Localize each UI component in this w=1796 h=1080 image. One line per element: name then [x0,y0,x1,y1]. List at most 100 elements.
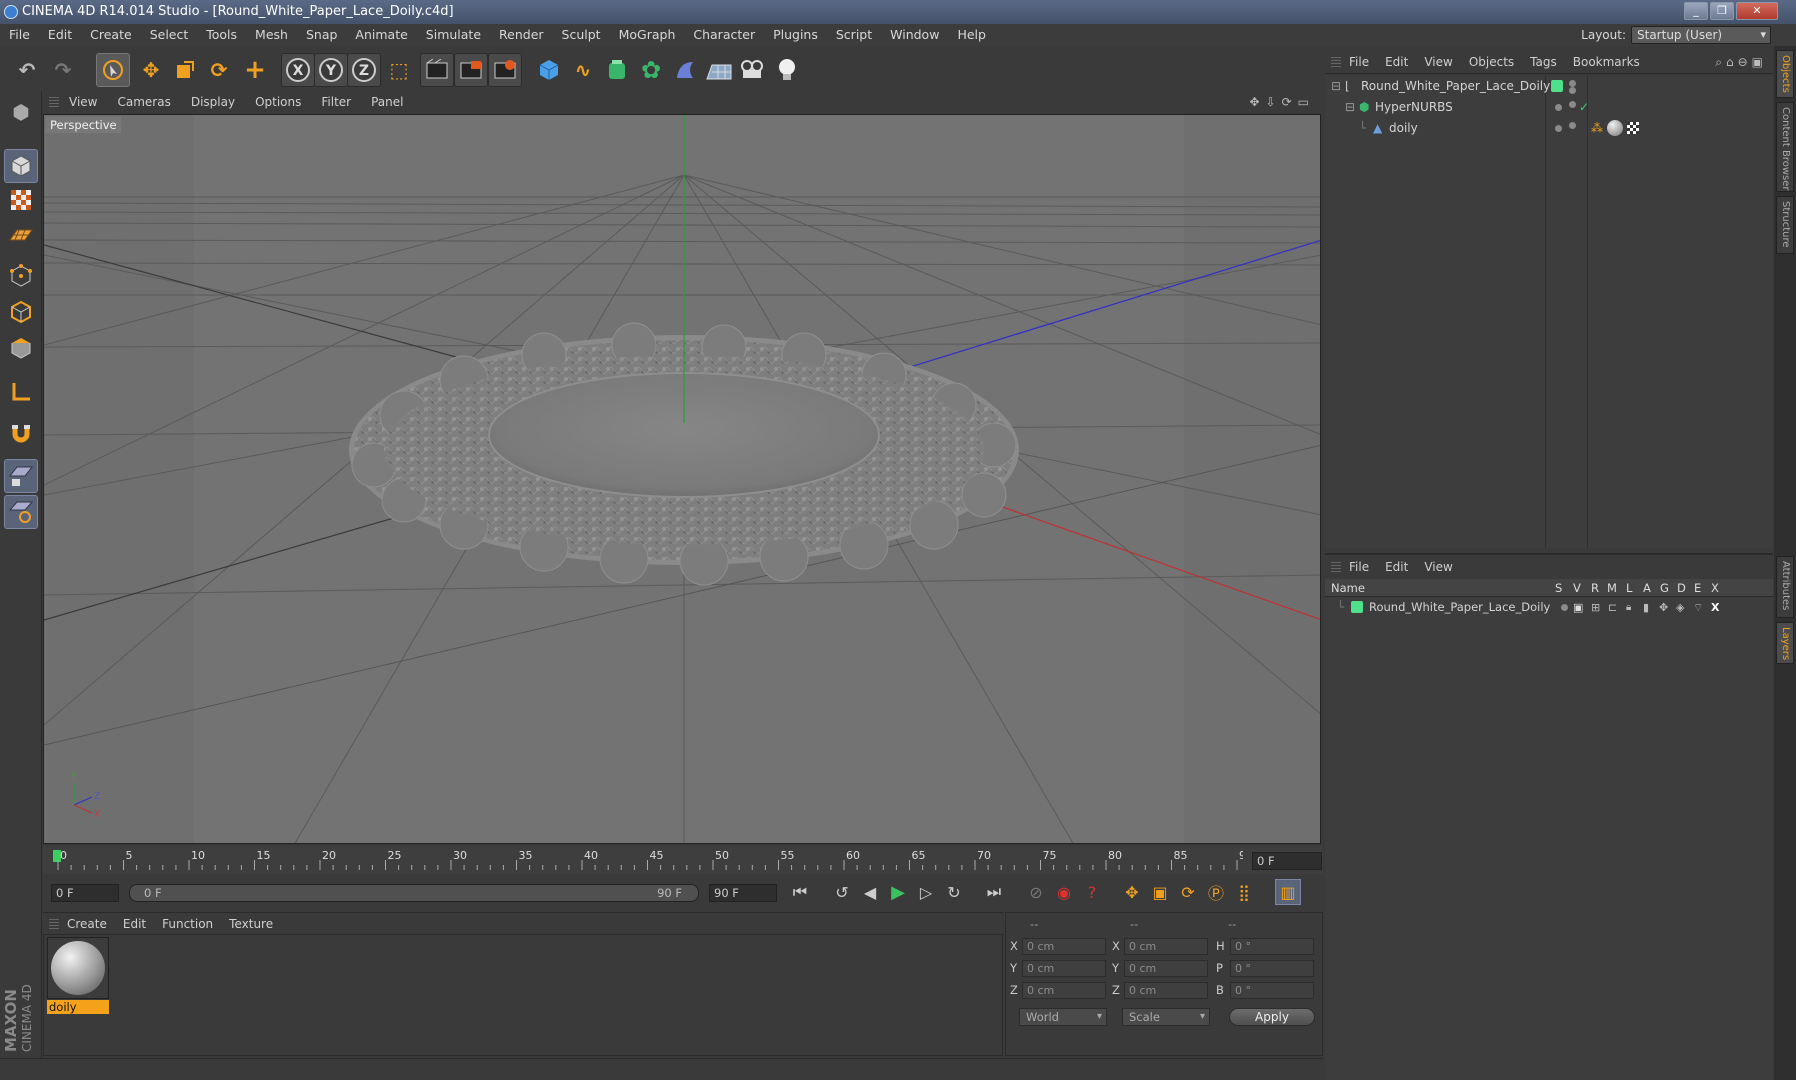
column-locked[interactable]: L [1626,579,1632,597]
make-editable-icon[interactable]: ⬢ [4,95,38,129]
close-button[interactable]: ✕ [1736,2,1778,20]
objects-menu-objects[interactable]: Objects [1461,50,1522,74]
collapse-icon[interactable]: ⊟ [1345,97,1355,118]
lock-toggle-icon[interactable]: 🔒︎ [1626,597,1631,618]
column-name[interactable]: Name [1331,579,1365,597]
visibility-dot[interactable] [1555,104,1562,111]
menu-help[interactable]: Help [948,24,995,46]
panel-grip[interactable] [1331,56,1341,69]
layers-menu-edit[interactable]: Edit [1377,555,1416,579]
object-manager-search-icon[interactable]: ⌕⌂⊖▣ [1715,50,1767,74]
render-visibility-dot[interactable] [1569,87,1576,94]
scale-icon[interactable] [168,53,202,87]
menu-character[interactable]: Character [684,24,764,46]
layer-color-swatch[interactable] [1351,601,1363,613]
material-menu-edit[interactable]: Edit [115,913,154,935]
step-forward-icon[interactable]: ▷ [913,879,939,905]
object-row-doily[interactable]: └ ▲ doily ⁂ [1325,118,1773,139]
step-back-icon[interactable]: ◀ [857,879,883,905]
menu-create[interactable]: Create [81,24,141,46]
render-visibility-dot[interactable] [1569,122,1576,129]
objects-menu-edit[interactable]: Edit [1377,50,1416,74]
frame-range-slider[interactable]: 0 F 90 F [129,884,699,902]
menu-simulate[interactable]: Simulate [417,24,490,46]
layout-select[interactable]: Startup (User) [1631,26,1771,44]
polygons-mode-icon[interactable] [4,331,38,365]
visibility-dot[interactable] [1555,125,1562,132]
animation-toggle-icon[interactable]: ▮ [1643,597,1649,618]
manager-toggle-icon[interactable]: ⊏ [1608,597,1617,618]
autokey-icon[interactable]: ◉ [1051,879,1077,905]
object-row-root[interactable]: ⊟ ⌊ Round_White_Paper_Lace_Doily [1325,76,1773,97]
goto-start-icon[interactable]: ⏮ [787,879,813,905]
expressions-toggle-icon[interactable]: ⌔ [1693,597,1703,618]
start-frame-field[interactable]: 0 F [51,884,119,902]
column-render[interactable]: R [1591,579,1599,597]
tab-attributes[interactable]: Attributes [1776,556,1794,618]
xref-toggle-icon[interactable]: X [1711,597,1719,618]
view-toggle-icon[interactable]: ▣ [1573,597,1583,618]
light-icon[interactable] [770,53,804,87]
perspective-viewport[interactable]: Y Z X Perspective [43,114,1321,844]
texture-tag-icon[interactable] [1627,122,1639,134]
key-position-icon[interactable]: ✥ [1119,879,1145,905]
floor-icon[interactable] [702,53,736,87]
texture-mode-icon[interactable] [4,183,38,217]
soft-selection-icon[interactable] [4,495,38,529]
size-z-field[interactable]: 0 cm [1124,982,1208,999]
nurbs-icon[interactable] [600,53,634,87]
key-pla-icon[interactable]: ⣿ [1231,879,1257,905]
generators-toggle-icon[interactable]: ✥ [1659,597,1668,618]
rotate-icon[interactable]: ⟳ [202,53,236,87]
menu-tools[interactable]: Tools [197,24,246,46]
menu-snap[interactable]: Snap [297,24,346,46]
live-select-icon[interactable] [96,53,130,87]
viewport-menu-display[interactable]: Display [181,91,245,113]
workplane-mode-icon[interactable] [4,219,38,253]
array-icon[interactable]: ✿ [634,53,668,87]
render-picture-viewer-icon[interactable] [454,53,488,87]
phong-tag-icon[interactable]: ⁂ [1591,118,1603,139]
column-solo[interactable]: S [1555,579,1562,597]
objects-menu-bookmarks[interactable]: Bookmarks [1565,50,1648,74]
enabled-check-icon[interactable]: ✓ [1579,97,1589,118]
deformers-toggle-icon[interactable]: ◈ [1676,597,1684,618]
viewport-camera-label[interactable]: Perspective [46,117,121,133]
viewport-nav-icons[interactable]: ✥⇩⟳▭ [1249,91,1315,113]
menu-mesh[interactable]: Mesh [246,24,297,46]
material-tag-icon[interactable] [1607,120,1623,136]
menu-edit[interactable]: Edit [39,24,81,46]
timeline-ruler[interactable]: 0 5 10 15 20 25 30 35 40 45 50 55 60 65 70 75 80 85 90 [43,846,1323,874]
deformer-icon[interactable] [668,53,702,87]
move-icon[interactable]: ✥ [134,53,168,87]
render-view-icon[interactable] [420,53,454,87]
tab-content-browser[interactable]: Content Browser [1776,102,1794,192]
key-rotation-icon[interactable]: ⟳ [1175,879,1201,905]
end-frame-field[interactable]: 90 F [709,884,777,902]
viewport-menu-panel[interactable]: Panel [361,91,413,113]
tab-structure[interactable]: Structure [1776,196,1794,254]
column-manager[interactable]: M [1607,579,1617,597]
model-mode-icon[interactable] [4,149,38,183]
material-menu-create[interactable]: Create [59,913,115,935]
material-menu-texture[interactable]: Texture [221,913,281,935]
menu-mograph[interactable]: MoGraph [610,24,685,46]
objects-menu-file[interactable]: File [1341,50,1377,74]
tab-objects[interactable]: Objects [1776,50,1794,98]
menu-plugins[interactable]: Plugins [764,24,827,46]
layer-row[interactable]: └ Round_White_Paper_Lace_Doily ▣ ⊞ ⊏ 🔒︎ … [1325,597,1773,618]
snap-magnet-icon[interactable] [4,417,38,451]
transform-mode-dropdown[interactable]: Scale [1122,1008,1210,1026]
menu-sculpt[interactable]: Sculpt [553,24,610,46]
coordinate-system-icon[interactable]: ⬚ [382,53,416,87]
column-view[interactable]: V [1573,579,1581,597]
x-axis-icon[interactable]: X [281,53,315,87]
help-icon[interactable]: ? [1079,879,1105,905]
pos-z-field[interactable]: 0 cm [1022,982,1106,999]
apply-button[interactable]: Apply [1229,1008,1315,1026]
workplane-lock-icon[interactable] [4,459,38,493]
y-axis-icon[interactable]: Y [314,53,348,87]
prev-key-icon[interactable]: ↺ [829,879,855,905]
rot-h-field[interactable]: 0 ° [1230,938,1314,955]
menu-window[interactable]: Window [881,24,948,46]
